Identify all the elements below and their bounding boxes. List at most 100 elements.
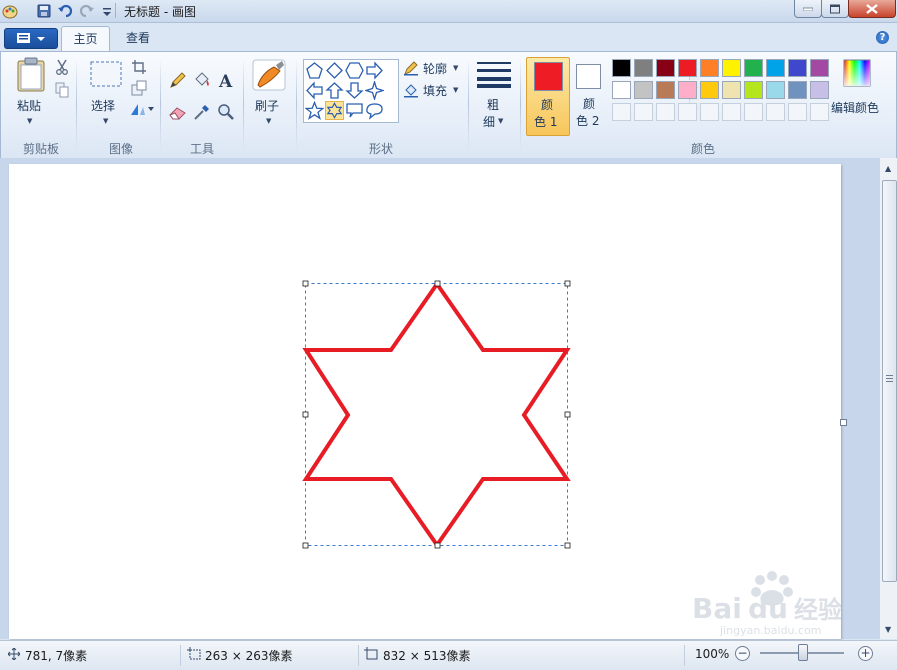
ribbon-tabs-row: 主页 查看 xyxy=(0,23,897,51)
paint-app-icon[interactable] xyxy=(2,3,18,19)
left-arrow-shape-icon[interactable] xyxy=(305,81,324,100)
palette-color-swatch[interactable] xyxy=(612,81,631,99)
resize-handle[interactable] xyxy=(564,280,571,287)
resize-icon[interactable] xyxy=(131,80,147,96)
oval-callout-shape-icon[interactable] xyxy=(365,101,384,120)
shape-selection-box[interactable] xyxy=(305,283,568,546)
color1-label-line1: 颜 xyxy=(541,98,554,112)
palette-color-swatch[interactable] xyxy=(678,59,697,77)
minimize-button[interactable] xyxy=(794,0,822,18)
resize-handle[interactable] xyxy=(302,411,309,418)
scroll-down-arrow-icon[interactable]: ▼ xyxy=(885,625,891,634)
redo-icon[interactable] xyxy=(79,3,95,19)
palette-color-swatch[interactable] xyxy=(766,81,785,99)
palette-color-swatch[interactable] xyxy=(722,59,741,77)
palette-color-swatch[interactable] xyxy=(700,81,719,99)
palette-color-swatch[interactable] xyxy=(656,81,675,99)
palette-color-swatch[interactable] xyxy=(766,59,785,77)
canvas-resize-handle[interactable] xyxy=(840,419,847,426)
close-button[interactable] xyxy=(848,0,896,18)
magnifier-icon[interactable] xyxy=(216,102,236,122)
resize-handle[interactable] xyxy=(302,280,309,287)
hexagon-shape-icon[interactable] xyxy=(345,61,364,80)
palette-custom-empty-swatch[interactable] xyxy=(700,103,719,121)
zoom-out-button[interactable]: − xyxy=(735,646,750,661)
rectangular-callout-shape-icon[interactable] xyxy=(345,101,364,120)
brushes-button[interactable]: 刷子 ▼ xyxy=(249,56,289,134)
palette-custom-empty-swatch[interactable] xyxy=(656,103,675,121)
size-button[interactable]: 粗 细 ▼ xyxy=(474,56,514,134)
fill-bucket-icon[interactable] xyxy=(192,70,212,90)
palette-custom-empty-swatch[interactable] xyxy=(634,103,653,121)
svg-text:du: du xyxy=(748,592,788,625)
scroll-up-arrow-icon[interactable]: ▲ xyxy=(885,164,891,173)
palette-custom-empty-swatch[interactable] xyxy=(612,103,631,121)
palette-color-swatch[interactable] xyxy=(612,59,631,77)
copy-icon[interactable] xyxy=(55,82,69,98)
vertical-scrollbar[interactable]: ▲ ▼ xyxy=(879,158,897,639)
five-point-star-shape-icon[interactable] xyxy=(305,101,324,120)
palette-custom-empty-swatch[interactable] xyxy=(678,103,697,121)
palette-color-swatch[interactable] xyxy=(788,81,807,99)
zoom-in-button[interactable]: + xyxy=(858,646,873,661)
pentagon-shape-icon[interactable] xyxy=(305,61,324,80)
eraser-icon[interactable] xyxy=(168,102,188,122)
six-point-star-shape-icon[interactable] xyxy=(325,101,344,120)
palette-custom-empty-swatch[interactable] xyxy=(810,103,829,121)
palette-color-swatch[interactable] xyxy=(744,81,763,99)
up-arrow-shape-icon[interactable] xyxy=(325,81,344,100)
paste-button[interactable]: 粘贴 ▼ xyxy=(9,54,53,132)
fill-button[interactable]: 填充 ▼ xyxy=(403,81,463,99)
four-point-star-shape-icon[interactable] xyxy=(365,81,384,100)
outline-button[interactable]: 轮廓 ▼ xyxy=(403,59,463,77)
cut-icon[interactable] xyxy=(55,59,69,75)
color2-button[interactable]: 颜 色 2 xyxy=(572,57,606,134)
resize-handle[interactable] xyxy=(434,280,441,287)
right-arrow-shape-icon[interactable] xyxy=(365,61,384,80)
color2-label-line2: 色 2 xyxy=(576,114,600,128)
maximize-button[interactable] xyxy=(821,0,849,18)
zoom-slider-thumb[interactable] xyxy=(798,644,808,661)
drawing-canvas[interactable] xyxy=(9,164,841,639)
palette-custom-empty-swatch[interactable] xyxy=(722,103,741,121)
crop-icon[interactable] xyxy=(131,59,147,75)
palette-color-swatch[interactable] xyxy=(634,59,653,77)
customize-quick-access-icon[interactable] xyxy=(99,3,115,19)
resize-handle[interactable] xyxy=(302,542,309,549)
text-tool-icon[interactable]: A xyxy=(216,70,236,90)
palette-custom-empty-swatch[interactable] xyxy=(788,103,807,121)
tab-home[interactable]: 主页 xyxy=(61,26,110,51)
resize-handle[interactable] xyxy=(434,542,441,549)
color1-button[interactable]: 颜 色 1 xyxy=(526,57,570,136)
palette-color-swatch[interactable] xyxy=(810,59,829,77)
save-icon[interactable] xyxy=(36,3,52,19)
palette-color-swatch[interactable] xyxy=(788,59,807,77)
svg-text:Bai: Bai xyxy=(692,592,742,625)
palette-color-swatch[interactable] xyxy=(744,59,763,77)
palette-color-swatch[interactable] xyxy=(700,59,719,77)
down-arrow-shape-icon[interactable] xyxy=(345,81,364,100)
color-picker-icon[interactable] xyxy=(192,102,212,122)
select-button[interactable]: 选择 ▼ xyxy=(87,58,127,130)
paste-dropdown-icon: ▼ xyxy=(27,117,33,125)
help-icon[interactable]: ? xyxy=(876,31,889,44)
palette-color-swatch[interactable] xyxy=(634,81,653,99)
diamond-shape-icon[interactable] xyxy=(325,61,344,80)
edit-colors-button[interactable]: 编辑颜色 xyxy=(831,56,889,134)
resize-handle[interactable] xyxy=(564,542,571,549)
palette-color-swatch[interactable] xyxy=(656,59,675,77)
palette-color-swatch[interactable] xyxy=(722,81,741,99)
palette-color-swatch[interactable] xyxy=(810,81,829,99)
pencil-icon[interactable] xyxy=(168,70,188,90)
resize-handle[interactable] xyxy=(564,411,571,418)
paint-menu-button[interactable] xyxy=(4,28,58,49)
six-point-star-shape[interactable] xyxy=(302,280,571,549)
palette-custom-empty-swatch[interactable] xyxy=(744,103,763,121)
rotate-icon[interactable] xyxy=(129,101,155,117)
tab-view[interactable]: 查看 xyxy=(115,26,161,50)
vertical-scroll-thumb[interactable] xyxy=(882,180,897,582)
undo-icon[interactable] xyxy=(57,3,73,19)
palette-color-swatch[interactable] xyxy=(678,81,697,99)
color1-label-line2: 色 1 xyxy=(534,115,558,129)
palette-custom-empty-swatch[interactable] xyxy=(766,103,785,121)
